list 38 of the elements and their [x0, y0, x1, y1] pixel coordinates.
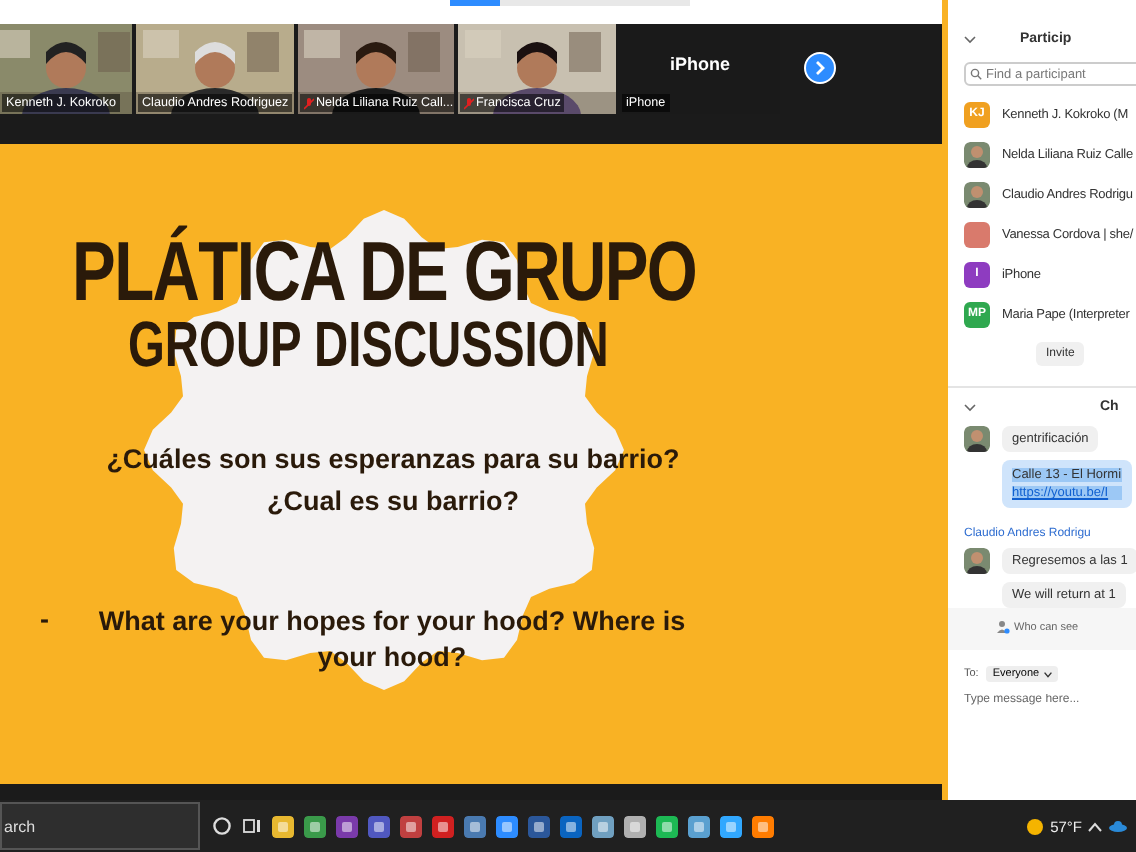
muted-mic-icon [304, 97, 314, 109]
app-icon[interactable] [528, 815, 550, 837]
app-icon[interactable] [624, 815, 646, 837]
search-icon [970, 68, 982, 80]
avatar-icon [964, 141, 990, 167]
sun-icon[interactable] [1026, 817, 1045, 835]
participant-name: iPhone [667, 54, 732, 74]
app-icon[interactable] [720, 815, 742, 837]
next-page-button[interactable] [804, 52, 836, 84]
collapse-chevron-icon[interactable] [964, 35, 976, 43]
app-icon[interactable] [464, 815, 486, 837]
task-view-icon[interactable] [242, 816, 262, 836]
caret-icon [1043, 671, 1052, 677]
chevron-right-icon [814, 60, 826, 76]
app-icon[interactable] [368, 815, 390, 837]
avatar-icon [964, 426, 990, 452]
app-icon[interactable] [400, 815, 422, 837]
app-icon[interactable] [688, 815, 710, 837]
app-icon[interactable] [752, 815, 774, 837]
avatar-icon [964, 548, 990, 574]
app-icon[interactable] [560, 815, 582, 837]
app-icon[interactable] [272, 815, 294, 837]
app-icon[interactable] [496, 815, 518, 837]
taskbar-search-field[interactable]: arch [0, 802, 200, 850]
cloud-icon[interactable] [1108, 820, 1128, 832]
circle-icon[interactable] [212, 816, 232, 836]
collapse-chevron-icon[interactable] [964, 403, 976, 411]
app-icon[interactable] [336, 815, 358, 837]
people-icon [996, 620, 1010, 634]
app-icon[interactable] [656, 815, 678, 837]
muted-mic-icon [464, 97, 474, 109]
chevron-up-icon[interactable] [1088, 821, 1102, 831]
app-icon[interactable] [592, 815, 614, 837]
avatar-icon [964, 181, 990, 207]
app-icon[interactable] [432, 815, 454, 837]
question-text: ¿Cual es su barrio? [264, 486, 522, 516]
app-icon[interactable] [304, 815, 326, 837]
bullet-marker: - [40, 604, 49, 638]
